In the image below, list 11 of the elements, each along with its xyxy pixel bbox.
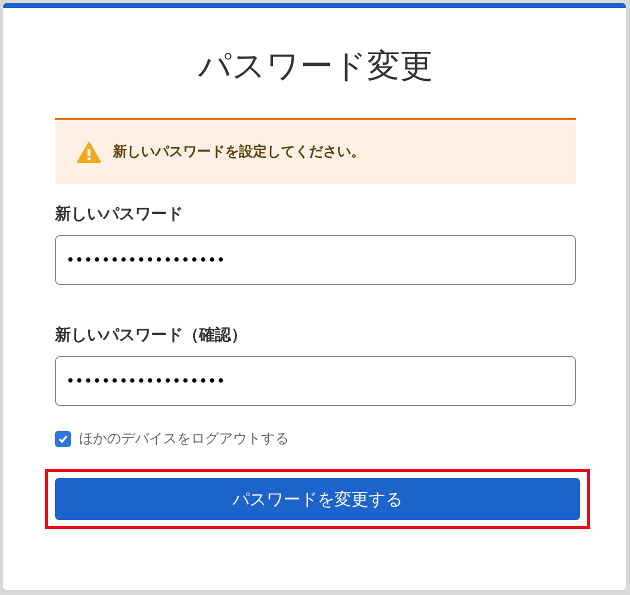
page-title: パスワード変更	[197, 45, 434, 87]
change-password-button[interactable]: パスワードを変更する	[55, 478, 580, 520]
password-field[interactable]: ••••••••••••••••••	[55, 235, 576, 285]
checkbox-label: ほかのデバイスをログアウトする	[79, 430, 289, 448]
check-icon	[58, 434, 68, 444]
password-field[interactable]: ••••••••••••••••••	[55, 356, 576, 406]
field-label: 新しいパスワード（確認）	[55, 325, 248, 346]
warning-message: 新しいパスワードを設定してください。	[113, 143, 365, 161]
field-label: 新しいパスワード	[55, 204, 184, 225]
checkbox[interactable]	[55, 431, 71, 447]
warning-icon	[77, 142, 101, 162]
